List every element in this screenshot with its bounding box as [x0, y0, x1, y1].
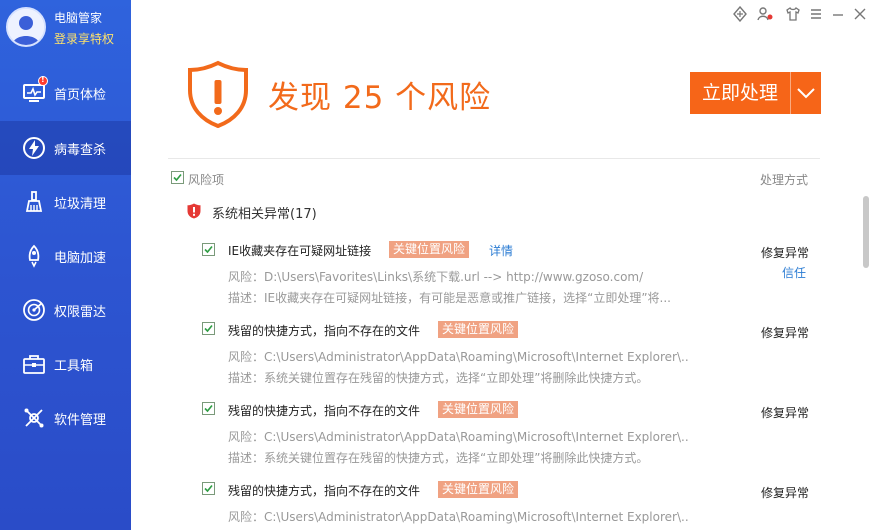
rocket-icon: [28, 244, 40, 268]
nav-item-virus-scan[interactable]: 病毒查杀: [0, 121, 131, 175]
nav-item-permission-radar[interactable]: 权限雷达: [0, 283, 131, 337]
item-title: 残留的快捷方式，指向不存在的文件: [228, 404, 421, 418]
item-checkbox[interactable]: [202, 243, 215, 256]
risk-tag: 关键位置风险: [438, 321, 519, 338]
item-description: 描述：系统关键位置存在残留的快捷方式，选择“立即处理”将删除此快捷方式。: [228, 451, 649, 465]
nav-label: 病毒查杀: [54, 143, 107, 158]
repair-action-link[interactable]: 修复异常: [761, 324, 809, 341]
item-risk-path: 风险：D:\Users\Favorites\Links\系统下载.url -->…: [228, 270, 644, 284]
nav-label: 工具箱: [54, 359, 94, 374]
alert-badge: [38, 75, 48, 86]
item-title: 残留的快捷方式，指向不存在的文件: [228, 484, 421, 498]
chevron-down-icon[interactable]: [791, 72, 821, 114]
user-silhouette-icon: [8, 9, 44, 45]
radar-icon: [23, 299, 45, 321]
select-all-checkbox[interactable]: [171, 171, 184, 184]
user-panel: 电脑管家 登录享特权: [0, 0, 131, 58]
broom-icon: [25, 191, 43, 212]
item-checkbox[interactable]: [202, 482, 215, 495]
nav-item-toolbox[interactable]: 工具箱: [0, 337, 131, 391]
repair-action-link[interactable]: 修复异常: [761, 484, 809, 501]
menu-icon[interactable]: [806, 4, 826, 24]
nav-item-software-manager[interactable]: 软件管理: [0, 391, 131, 445]
item-risk-path: 风险：C:\Users\Administrator\AppData\Roamin…: [228, 510, 688, 524]
header-divider: [168, 158, 820, 159]
trust-link[interactable]: 信任: [782, 264, 806, 281]
item-risk-path: 风险：C:\Users\Administrator\AppData\Roamin…: [228, 430, 688, 444]
item-title: IE收藏夹存在可疑网址链接: [228, 244, 372, 258]
app-name: 电脑管家: [54, 11, 103, 25]
item-checkbox[interactable]: [202, 402, 215, 415]
software-icon: [24, 408, 44, 428]
item-risk-path: 风险：C:\Users\Administrator\AppData\Roamin…: [228, 350, 688, 364]
fix-now-button[interactable]: 立即处理: [690, 72, 821, 114]
risk-headline: 发现 25 个风险: [268, 80, 492, 116]
group-title: 系统相关异常(17): [212, 207, 317, 222]
item-title: 残留的快捷方式，指向不存在的文件: [228, 324, 421, 338]
user-switch-icon[interactable]: [755, 4, 775, 24]
nav-label: 电脑加速: [54, 251, 107, 266]
lightning-icon: [23, 137, 45, 159]
item-description: 描述：IE收藏夹存在可疑网址链接，有可能是恶意或推广链接，选择“立即处理”将..…: [228, 291, 672, 305]
risk-tag: 关键位置风险: [438, 481, 519, 498]
item-checkbox[interactable]: [202, 322, 215, 335]
nav-item-junk-clean[interactable]: 垃圾清理: [0, 175, 131, 229]
nav-label: 权限雷达: [54, 305, 107, 320]
nav-label: 首页体检: [54, 88, 107, 103]
minimize-icon[interactable]: [828, 4, 848, 24]
column-risk-header: 风险项: [188, 173, 225, 187]
close-icon[interactable]: [850, 4, 870, 24]
scrollbar-thumb[interactable]: [863, 196, 869, 268]
column-action-header: 处理方式: [760, 173, 809, 187]
alert-shield-icon: [187, 203, 201, 219]
warning-shield-icon: [188, 60, 248, 128]
nav-label: 垃圾清理: [54, 197, 107, 212]
shirt-icon[interactable]: [783, 4, 803, 24]
details-link[interactable]: 详情: [489, 242, 513, 259]
avatar[interactable]: [6, 7, 46, 47]
item-description: 描述：系统关键位置存在残留的快捷方式，选择“立即处理”将删除此快捷方式。: [228, 371, 649, 385]
nav-label: 软件管理: [54, 413, 107, 428]
repair-action-link[interactable]: 修复异常: [761, 244, 809, 261]
skin-icon[interactable]: [730, 4, 750, 24]
repair-action-link[interactable]: 修复异常: [761, 404, 809, 421]
fix-now-label: 立即处理: [701, 82, 778, 104]
toolbox-icon: [23, 355, 45, 374]
nav-item-checkup[interactable]: 首页体检: [0, 66, 131, 120]
login-link[interactable]: 登录享特权: [54, 30, 114, 47]
sidebar: 电脑管家 登录享特权 首页体检 病毒查杀 垃圾清理 电脑加速: [0, 0, 131, 530]
risk-tag: 关键位置风险: [389, 241, 470, 258]
risk-tag: 关键位置风险: [438, 401, 519, 418]
nav-item-speedup[interactable]: 电脑加速: [0, 229, 131, 283]
